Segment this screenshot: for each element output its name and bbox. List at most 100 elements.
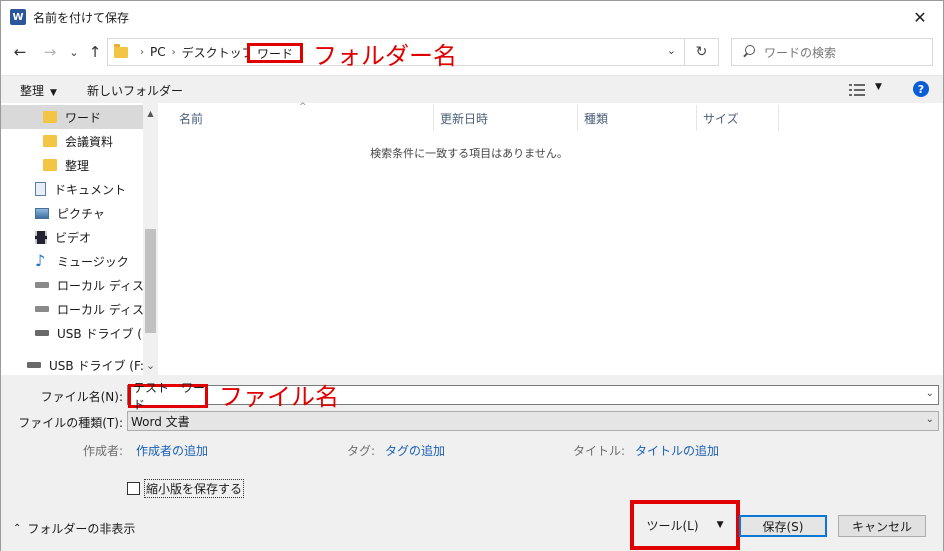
column-header-modified[interactable]: 更新日時 <box>434 105 578 131</box>
sidebar-item-local-disk-d[interactable]: ローカル ディスク (D <box>1 297 143 321</box>
navigation-scrollbar[interactable]: ▲ ⌄ <box>143 103 158 375</box>
title-label: タイトル: <box>572 444 625 458</box>
tools-dropdown-icon: ▼ <box>716 520 724 530</box>
sidebar-item-organize-folder[interactable]: 整理 <box>1 153 143 177</box>
checkbox-box[interactable] <box>127 482 140 495</box>
organize-button[interactable]: 整理 ▼ <box>20 82 57 99</box>
column-header-type[interactable]: 種類 <box>578 105 697 131</box>
sidebar-item-label: USB ドライブ (F:) <box>49 358 143 373</box>
save-options-panel: ファイル名(N): テスト ワード ⌄ ファイル名 ファイルの種類(T): Wo… <box>1 375 943 551</box>
author-label: 作成者: <box>82 444 123 458</box>
sidebar-item-label: ローカル ディスク (C <box>57 278 143 293</box>
filetype-select[interactable]: Word 文書 ⌄ <box>127 411 939 431</box>
navigation-bar: ← → ⌄ ↑ › PC › デスクトップ ワード ⌄ ↻ ワードの検索 <box>1 36 943 68</box>
sidebar-item-label: ワード <box>65 110 102 125</box>
recent-locations-button[interactable]: ⌄ <box>63 40 85 64</box>
sidebar-item-local-disk-c[interactable]: ローカル ディスク (C <box>1 273 143 297</box>
save-thumbnail-label[interactable]: 縮小版を保存する <box>144 479 245 498</box>
document-icon <box>35 182 46 196</box>
address-dropdown-icon[interactable]: ⌄ <box>667 44 676 57</box>
pictures-icon <box>35 207 49 219</box>
view-options-icon[interactable] <box>849 84 865 96</box>
tools-button[interactable]: ツール(L) ▼ <box>630 500 740 550</box>
close-button[interactable]: ✕ <box>897 1 943 33</box>
search-placeholder: ワードの検索 <box>764 45 837 60</box>
new-folder-button[interactable]: 新しいフォルダー <box>87 82 183 99</box>
sidebar-item-pictures[interactable]: ピクチャ <box>1 201 143 225</box>
organize-label: 整理 <box>20 84 45 98</box>
filetype-dropdown-icon[interactable]: ⌄ <box>926 414 934 425</box>
usb-drive-icon <box>35 330 49 336</box>
save-thumbnail-checkbox[interactable]: 縮小版を保存する <box>127 479 245 498</box>
filename-label: ファイル名(N): <box>40 390 123 404</box>
sidebar-item-label: ビデオ <box>55 230 92 245</box>
title-bar[interactable]: W 名前を付けて保存 ✕ <box>1 1 943 33</box>
back-button[interactable]: ← <box>9 40 31 64</box>
word-app-icon: W <box>10 9 26 25</box>
scrollbar-thumb[interactable] <box>145 229 156 333</box>
filetype-value: Word 文書 <box>131 414 190 429</box>
hide-folders-button[interactable]: ⌃ フォルダーの非表示 <box>13 520 135 537</box>
navigation-pane: ワード 会議資料 整理 ドキュメント ピクチャ ビデオ ♪ ミュージック ローカ <box>1 103 158 375</box>
usb-drive-icon <box>27 362 41 368</box>
folder-icon <box>114 43 128 58</box>
empty-list-message: 検索条件に一致する項目はありません。 <box>370 147 568 160</box>
folder-icon <box>43 159 57 171</box>
filename-value[interactable]: テスト ワード <box>128 381 208 412</box>
music-icon: ♪ <box>35 251 46 270</box>
sidebar-item-meeting-docs[interactable]: 会議資料 <box>1 129 143 153</box>
dropdown-arrow-icon: ▼ <box>50 88 57 98</box>
search-icon <box>742 45 756 59</box>
sidebar-item-label: ローカル ディスク (D <box>57 302 143 317</box>
breadcrumb-separator: › <box>140 46 144 58</box>
sidebar-item-usb-drive[interactable]: USB ドライブ (F:) <box>1 321 143 345</box>
breadcrumb-desktop[interactable]: デスクトップ <box>182 44 254 61</box>
folder-icon <box>43 111 57 123</box>
disk-icon <box>35 282 49 288</box>
sidebar-item-label: ミュージック <box>57 254 129 269</box>
sidebar-item-usb-drive-root[interactable]: USB ドライブ (F:) <box>1 353 143 375</box>
sidebar-item-word-folder[interactable]: ワード <box>1 105 143 129</box>
sidebar-item-label: 会議資料 <box>65 134 114 149</box>
breadcrumb-pc[interactable]: PC <box>150 45 166 59</box>
scroll-down-icon[interactable]: ⌄ <box>143 357 158 373</box>
window-title: 名前を付けて保存 <box>33 10 130 25</box>
scroll-up-icon[interactable]: ▲ <box>143 105 158 121</box>
videos-icon <box>35 230 47 244</box>
file-name-annotation: ファイル名 <box>219 383 339 411</box>
cancel-button[interactable]: キャンセル <box>838 515 926 537</box>
filetype-label: ファイルの種類(T): <box>18 416 123 430</box>
file-list[interactable]: ^ 名前 更新日時 種類 サイズ 検索条件に一致する項目はありません。 <box>159 102 943 375</box>
sidebar-item-label: USB ドライブ (F:) <box>57 326 143 341</box>
sidebar-item-label: ドキュメント <box>54 182 127 197</box>
view-dropdown-icon[interactable]: ▼ <box>875 82 882 92</box>
breadcrumb-current-folder[interactable]: ワード <box>247 43 303 63</box>
forward-button[interactable]: → <box>39 40 61 64</box>
add-author-link[interactable]: 作成者の追加 <box>136 442 208 459</box>
folder-icon <box>43 135 57 147</box>
sidebar-item-label: ピクチャ <box>57 206 105 221</box>
tools-label: ツール(L) <box>646 518 699 533</box>
chevron-up-icon: ⌃ <box>13 523 22 534</box>
up-folder-button[interactable]: ↑ <box>84 40 106 64</box>
sidebar-item-documents[interactable]: ドキュメント <box>1 177 143 201</box>
add-tags-link[interactable]: タグの追加 <box>385 442 445 459</box>
column-header-name[interactable]: 名前 <box>173 105 434 131</box>
sidebar-item-music[interactable]: ♪ ミュージック <box>1 249 143 273</box>
sidebar-item-videos[interactable]: ビデオ <box>1 225 143 249</box>
help-icon[interactable]: ? <box>913 81 929 97</box>
folder-name-annotation: フォルダー名 <box>313 42 457 70</box>
search-input[interactable]: ワードの検索 <box>731 38 933 66</box>
sidebar-item-label: 整理 <box>65 158 90 173</box>
tags-label: タグ: <box>346 444 375 458</box>
breadcrumb-separator: › <box>171 46 176 58</box>
column-header-size[interactable]: サイズ <box>697 105 779 131</box>
command-toolbar: 整理 ▼ 新しいフォルダー ▼ ? <box>1 75 943 103</box>
disk-icon <box>35 306 49 312</box>
refresh-button[interactable]: ↻ <box>685 38 719 66</box>
add-title-link[interactable]: タイトルの追加 <box>635 442 719 459</box>
filename-dropdown-icon[interactable]: ⌄ <box>926 388 934 399</box>
save-button[interactable]: 保存(S) <box>739 515 827 537</box>
hide-folders-label: フォルダーの非表示 <box>27 522 136 536</box>
save-as-dialog: W 名前を付けて保存 ✕ ← → ⌄ ↑ › PC › デスクトップ ワード ⌄… <box>0 0 944 551</box>
